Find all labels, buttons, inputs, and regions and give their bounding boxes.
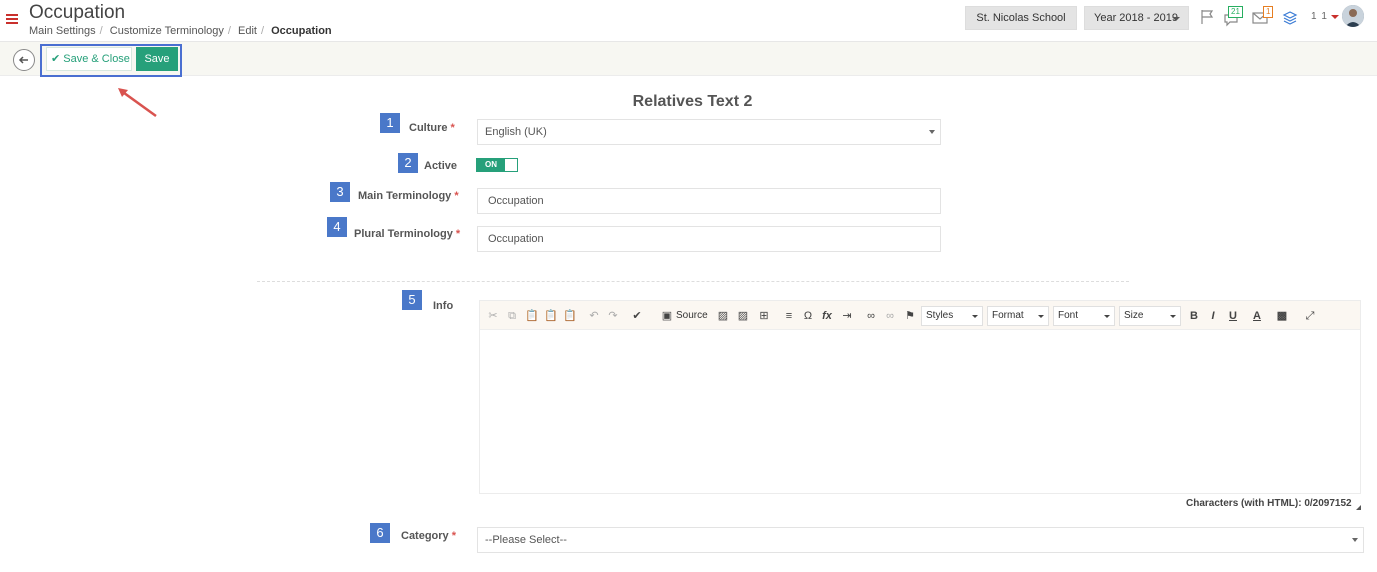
category-select[interactable]: --Please Select-- bbox=[477, 527, 1364, 553]
category-value: --Please Select-- bbox=[485, 534, 567, 546]
section-divider bbox=[257, 281, 1129, 282]
action-toolbar bbox=[0, 42, 1377, 76]
step-badge: 4 bbox=[327, 217, 347, 237]
step-badge: 5 bbox=[402, 290, 422, 310]
char-count: Characters (with HTML): 0/2097152 bbox=[1186, 498, 1352, 509]
breadcrumb-main-settings[interactable]: Main Settings bbox=[29, 25, 96, 37]
step-badge: 6 bbox=[370, 523, 390, 543]
chevron-down-icon bbox=[972, 315, 978, 318]
table-icon[interactable]: ⊞ bbox=[757, 309, 771, 323]
layers-icon[interactable] bbox=[1282, 9, 1298, 25]
breadcrumb-customize-terminology[interactable]: Customize Terminology bbox=[110, 25, 224, 37]
back-button[interactable] bbox=[13, 49, 35, 71]
toggle-on-label: ON bbox=[477, 159, 505, 171]
link-icon[interactable]: ∞ bbox=[864, 309, 878, 323]
format-dropdown[interactable]: Format bbox=[987, 306, 1049, 326]
unlink-icon[interactable]: ∞ bbox=[883, 309, 897, 323]
avatar[interactable] bbox=[1342, 5, 1364, 27]
indent-icon[interactable]: ⇥ bbox=[840, 309, 854, 323]
chevron-down-icon bbox=[1104, 315, 1110, 318]
formula-icon[interactable]: fx bbox=[820, 309, 834, 323]
breadcrumb-current: Occupation bbox=[271, 25, 332, 37]
redo-icon[interactable]: ↷ bbox=[606, 309, 620, 323]
source-icon[interactable]: ▣ bbox=[660, 309, 674, 323]
copy-icon[interactable]: ⧉ bbox=[505, 309, 519, 323]
category-label: Category * bbox=[401, 530, 456, 542]
text-color-icon[interactable]: A bbox=[1250, 309, 1264, 323]
italic-icon[interactable]: I bbox=[1206, 309, 1220, 323]
culture-label: Culture * bbox=[409, 122, 455, 134]
rich-text-editor: ✂ ⧉ 📋 📋 📋 ↶ ↷ ✔ ▣ Source ▨ ▨ ⊞ ≡ Ω fx ⇥ … bbox=[479, 300, 1361, 494]
chevron-down-icon bbox=[1170, 315, 1176, 318]
image-insert-icon[interactable]: ▨ bbox=[736, 309, 750, 323]
paste-text-icon[interactable]: 📋 bbox=[544, 309, 558, 323]
flag-icon[interactable] bbox=[1200, 9, 1214, 25]
active-label: Active bbox=[424, 160, 458, 172]
hamburger-icon[interactable] bbox=[6, 14, 18, 26]
cut-icon[interactable]: ✂ bbox=[486, 309, 500, 323]
page-title: Occupation bbox=[29, 2, 126, 23]
chevron-down-icon bbox=[1038, 315, 1044, 318]
check-icon: ✔ bbox=[51, 53, 61, 65]
info-label: Info bbox=[433, 300, 454, 312]
culture-value: English (UK) bbox=[485, 126, 547, 138]
background-color-icon[interactable]: ▩ bbox=[1275, 309, 1289, 323]
form-title: Relatives Text 2 bbox=[632, 93, 753, 110]
chevron-down-icon bbox=[929, 130, 935, 134]
editor-content-area[interactable] bbox=[480, 331, 1360, 493]
mail-count-badge: 1 bbox=[1263, 6, 1274, 18]
underline-icon[interactable]: U bbox=[1226, 309, 1240, 323]
user-avatar-icon bbox=[1342, 5, 1364, 27]
step-badge: 2 bbox=[398, 153, 418, 173]
breadcrumb: Main Settings / Customize Terminology / Ed… bbox=[29, 25, 332, 37]
spellcheck-icon[interactable]: ✔ bbox=[630, 309, 644, 323]
main-terminology-label: Main Terminology * bbox=[358, 190, 459, 202]
resize-handle-icon[interactable] bbox=[1356, 505, 1361, 510]
image-icon[interactable]: ▨ bbox=[716, 309, 730, 323]
undo-icon[interactable]: ↶ bbox=[587, 309, 601, 323]
font-dropdown[interactable]: Font bbox=[1053, 306, 1115, 326]
paste-icon[interactable]: 📋 bbox=[525, 309, 539, 323]
user-label[interactable]: 1 1 bbox=[1311, 11, 1328, 22]
breadcrumb-edit[interactable]: Edit bbox=[238, 25, 257, 37]
save-button[interactable]: Save bbox=[136, 47, 178, 71]
special-char-icon[interactable]: Ω bbox=[801, 309, 815, 323]
plural-terminology-label: Plural Terminology * bbox=[354, 228, 461, 240]
save-and-close-label: Save & Close bbox=[63, 53, 130, 65]
paste-word-icon[interactable]: 📋 bbox=[563, 309, 577, 323]
step-badge: 3 bbox=[330, 182, 350, 202]
save-and-close-button[interactable]: ✔ Save & Close bbox=[46, 47, 132, 71]
plural-terminology-input[interactable] bbox=[477, 226, 941, 252]
chevron-down-icon bbox=[1352, 538, 1358, 542]
maximize-icon[interactable]: ⤢ bbox=[1303, 309, 1317, 323]
messages-count-badge: 21 bbox=[1228, 6, 1243, 18]
horizontal-line-icon[interactable]: ≡ bbox=[782, 309, 796, 323]
top-header: Occupation Main Settings / Customize Term… bbox=[0, 0, 1377, 42]
chevron-down-icon[interactable] bbox=[1331, 15, 1339, 19]
school-selector[interactable]: St. Nicolas School bbox=[965, 6, 1077, 30]
main-terminology-input[interactable] bbox=[477, 188, 941, 214]
styles-dropdown[interactable]: Styles bbox=[921, 306, 983, 326]
anchor-flag-icon[interactable]: ⚑ bbox=[903, 309, 917, 323]
step-badge: 1 bbox=[380, 113, 400, 133]
source-button[interactable]: Source bbox=[676, 309, 708, 323]
year-selector[interactable]: Year 2018 - 2019 bbox=[1084, 6, 1189, 30]
bold-icon[interactable]: B bbox=[1187, 309, 1201, 323]
size-dropdown[interactable]: Size bbox=[1119, 306, 1181, 326]
annotation-arrow-icon bbox=[118, 88, 157, 118]
culture-select[interactable]: English (UK) bbox=[477, 119, 941, 145]
arrow-left-icon bbox=[18, 56, 28, 64]
chevron-down-icon bbox=[1172, 17, 1180, 21]
year-label: Year 2018 - 2019 bbox=[1094, 12, 1178, 24]
active-toggle[interactable]: ON bbox=[476, 158, 518, 172]
editor-toolbar: ✂ ⧉ 📋 📋 📋 ↶ ↷ ✔ ▣ Source ▨ ▨ ⊞ ≡ Ω fx ⇥ … bbox=[480, 301, 1360, 330]
